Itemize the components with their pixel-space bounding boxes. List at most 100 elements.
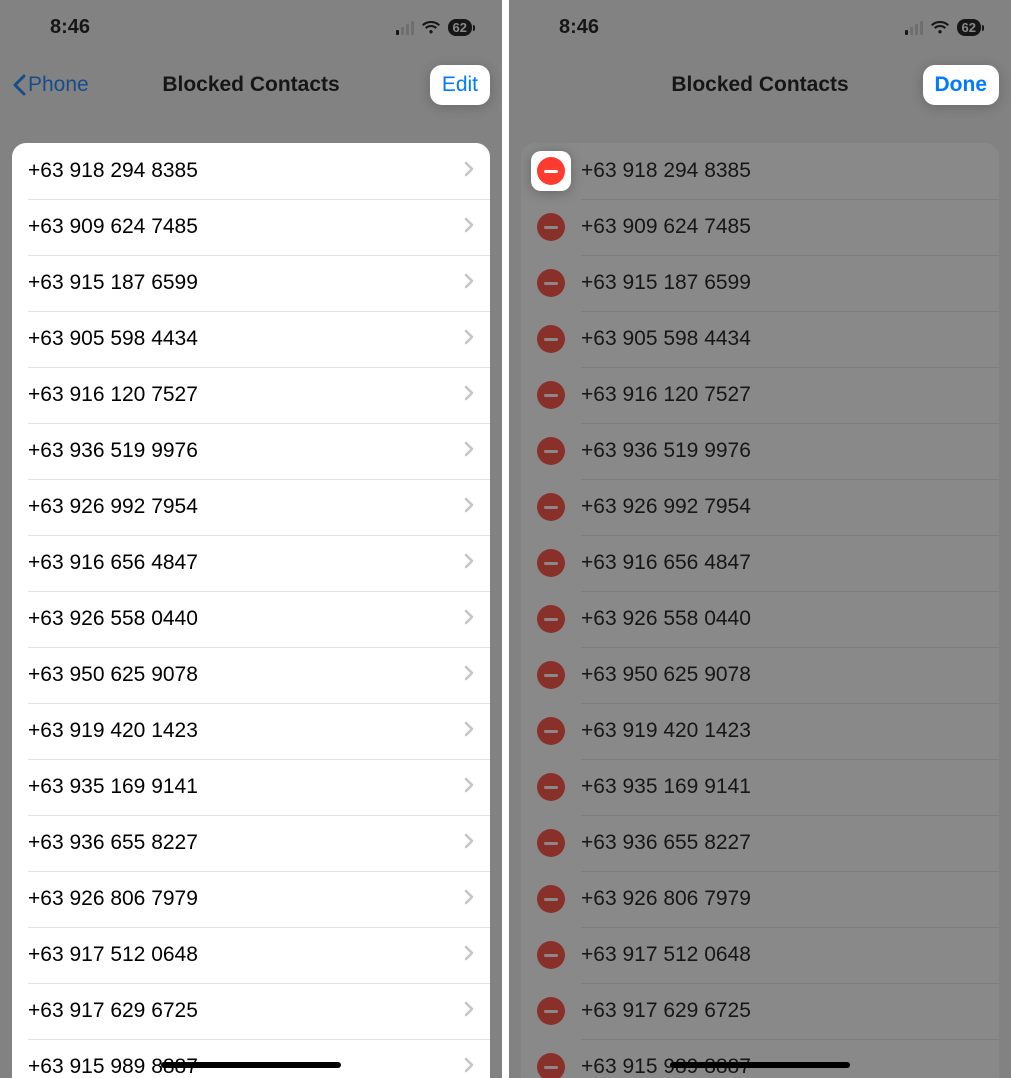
minus-icon [544, 842, 558, 845]
status-bar: 8:46 62 [509, 0, 1011, 55]
contact-number: +63 950 625 9078 [581, 663, 983, 687]
status-time: 8:46 [559, 16, 599, 39]
contact-number: +63 926 806 7979 [28, 887, 464, 911]
remove-contact-button[interactable] [537, 325, 565, 353]
remove-contact-button[interactable] [537, 1053, 565, 1078]
blocked-contact-row-editing: +63 926 992 7954 [521, 479, 999, 535]
blocked-contact-row-editing: +63 918 294 8385 [521, 143, 999, 199]
contact-number: +63 916 120 7527 [28, 383, 464, 407]
chevron-right-icon [464, 945, 474, 966]
remove-contact-button[interactable] [537, 605, 565, 633]
done-button-highlight: Done [923, 65, 1000, 105]
chevron-right-icon [464, 889, 474, 910]
done-button[interactable]: Done [935, 73, 988, 97]
blocked-contact-row-editing: +63 909 624 7485 [521, 199, 999, 255]
remove-contact-button[interactable] [537, 885, 565, 913]
blocked-contact-row-editing: +63 935 169 9141 [521, 759, 999, 815]
remove-contact-button[interactable] [537, 493, 565, 521]
remove-contact-button[interactable] [537, 213, 565, 241]
blocked-contact-row[interactable]: +63 909 624 7485 [12, 199, 490, 255]
contact-number: +63 936 519 9976 [581, 439, 983, 463]
contact-number: +63 916 656 4847 [28, 551, 464, 575]
minus-icon [544, 282, 558, 285]
nav-bar: Phone Blocked Contacts Edit [0, 55, 502, 115]
minus-icon [544, 394, 558, 397]
phone-screenshot-edit-mode: 8:46 62 Blocked Contacts Done +63 918 29… [509, 0, 1011, 1078]
contact-number: +63 905 598 4434 [28, 327, 464, 351]
blocked-contacts-list: +63 918 294 8385 +63 909 624 7485 +63 915 … [12, 143, 490, 1078]
contact-number: +63 936 519 9976 [28, 439, 464, 463]
blocked-contact-row[interactable]: +63 919 420 1423 [12, 703, 490, 759]
chevron-right-icon [464, 609, 474, 630]
back-button-label: Phone [28, 73, 89, 97]
contact-number: +63 917 629 6725 [581, 999, 983, 1023]
remove-contact-button[interactable] [537, 997, 565, 1025]
chevron-right-icon [464, 217, 474, 238]
remove-contact-button[interactable] [537, 157, 565, 185]
blocked-contact-row[interactable]: +63 936 655 8227 [12, 815, 490, 871]
minus-icon [544, 1010, 558, 1013]
blocked-contact-row[interactable]: +63 918 294 8385 [12, 143, 490, 199]
blocked-contact-row[interactable]: +63 936 519 9976 [12, 423, 490, 479]
blocked-contact-row[interactable]: +63 926 558 0440 [12, 591, 490, 647]
blocked-contact-row-editing: +63 915 989 8887 [521, 1039, 999, 1078]
contact-number: +63 919 420 1423 [581, 719, 983, 743]
blocked-contact-row[interactable]: +63 950 625 9078 [12, 647, 490, 703]
chevron-right-icon [464, 833, 474, 854]
chevron-right-icon [464, 1057, 474, 1078]
blocked-contact-row[interactable]: +63 917 512 0648 [12, 927, 490, 983]
contact-number: +63 905 598 4434 [581, 327, 983, 351]
blocked-contact-row[interactable]: +63 916 656 4847 [12, 535, 490, 591]
blocked-contact-row-editing: +63 950 625 9078 [521, 647, 999, 703]
contact-number: +63 935 169 9141 [28, 775, 464, 799]
minus-icon [544, 450, 558, 453]
blocked-contact-row[interactable]: +63 926 806 7979 [12, 871, 490, 927]
contact-number: +63 916 656 4847 [581, 551, 983, 575]
minus-icon [544, 954, 558, 957]
contact-number: +63 926 558 0440 [581, 607, 983, 631]
remove-contact-button[interactable] [537, 717, 565, 745]
contact-number: +63 919 420 1423 [28, 719, 464, 743]
phone-screenshot-view-mode: 8:46 62 Phone Blocked Contacts Edit +63 … [0, 0, 502, 1078]
chevron-right-icon [464, 385, 474, 406]
home-indicator[interactable] [161, 1062, 341, 1068]
blocked-contact-row[interactable]: +63 916 120 7527 [12, 367, 490, 423]
blocked-contact-row-editing: +63 936 655 8227 [521, 815, 999, 871]
remove-contact-button[interactable] [537, 941, 565, 969]
remove-contact-button[interactable] [537, 773, 565, 801]
status-bar: 8:46 62 [0, 0, 502, 55]
remove-contact-button[interactable] [537, 437, 565, 465]
blocked-contact-row-editing: +63 917 629 6725 [521, 983, 999, 1039]
chevron-right-icon [464, 777, 474, 798]
status-icons: 62 [905, 19, 981, 36]
chevron-right-icon [464, 161, 474, 182]
blocked-contact-row[interactable]: +63 917 629 6725 [12, 983, 490, 1039]
contact-number: +63 936 655 8227 [28, 831, 464, 855]
edit-button[interactable]: Edit [442, 73, 478, 97]
chevron-right-icon [464, 441, 474, 462]
blocked-contact-row-editing: +63 916 120 7527 [521, 367, 999, 423]
remove-contact-button[interactable] [537, 549, 565, 577]
blocked-contact-row[interactable]: +63 915 989 8887 [12, 1039, 490, 1078]
blocked-contact-row[interactable]: +63 935 169 9141 [12, 759, 490, 815]
contact-number: +63 950 625 9078 [28, 663, 464, 687]
battery-indicator: 62 [957, 19, 981, 36]
remove-contact-button[interactable] [537, 829, 565, 857]
home-indicator[interactable] [670, 1062, 850, 1068]
back-button[interactable]: Phone [12, 73, 89, 97]
minus-icon [544, 170, 558, 173]
minus-icon [544, 338, 558, 341]
battery-indicator: 62 [448, 19, 472, 36]
blocked-contact-row-editing: +63 926 558 0440 [521, 591, 999, 647]
chevron-right-icon [464, 665, 474, 686]
contact-number: +63 926 806 7979 [581, 887, 983, 911]
remove-contact-button[interactable] [537, 269, 565, 297]
remove-contact-button[interactable] [537, 381, 565, 409]
cellular-signal-icon [905, 21, 923, 35]
contact-number: +63 909 624 7485 [28, 215, 464, 239]
contact-number: +63 918 294 8385 [28, 159, 464, 183]
blocked-contact-row[interactable]: +63 915 187 6599 [12, 255, 490, 311]
blocked-contact-row[interactable]: +63 926 992 7954 [12, 479, 490, 535]
remove-contact-button[interactable] [537, 661, 565, 689]
blocked-contact-row[interactable]: +63 905 598 4434 [12, 311, 490, 367]
